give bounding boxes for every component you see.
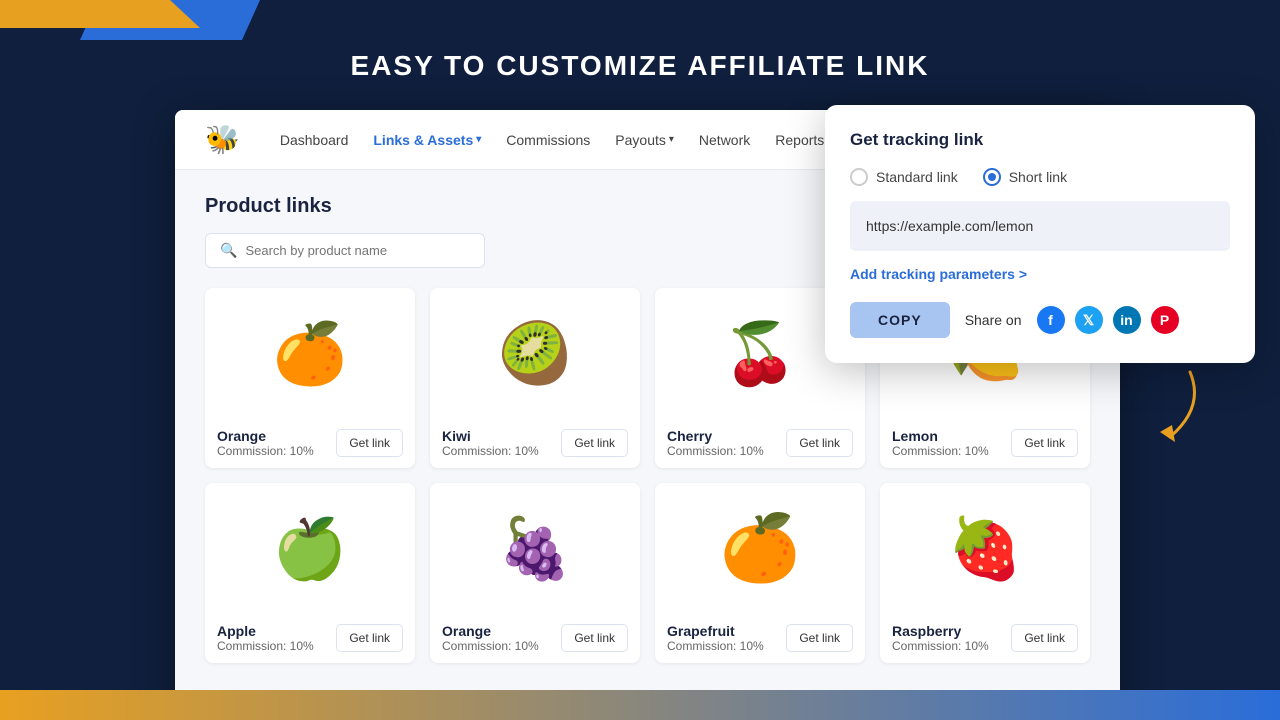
product-image-orange: 🍊 [205, 288, 415, 418]
product-image-kiwi: 🥝 [430, 288, 640, 418]
link-url-text: https://example.com/lemon [866, 218, 1033, 234]
product-commission-raspberry: Commission: 10% [892, 639, 989, 653]
standard-link-radio[interactable] [850, 168, 868, 186]
chevron-down-icon: ▾ [476, 134, 481, 145]
product-commission-kiwi: Commission: 10% [442, 444, 539, 458]
short-link-option[interactable]: Short link [983, 168, 1067, 186]
popup-actions: COPY Share on f 𝕏 in P [850, 302, 1230, 338]
link-type-radio-group: Standard link Short link [850, 168, 1230, 186]
get-link-grapefruit[interactable]: Get link [786, 624, 853, 652]
arrow-icon [1150, 367, 1210, 452]
facebook-share-icon[interactable]: f [1037, 306, 1065, 334]
product-name-grapefruit: Grapefruit [667, 623, 764, 639]
share-text: Share on [965, 312, 1022, 328]
product-card-apple: 🍏 Apple Commission: 10% Get link [205, 483, 415, 663]
short-link-label: Short link [1009, 169, 1067, 185]
get-link-cherry[interactable]: Get link [786, 429, 853, 457]
product-commission-apple: Commission: 10% [217, 639, 314, 653]
search-input[interactable] [245, 243, 470, 258]
product-info-raspberry: Raspberry Commission: 10% Get link [880, 613, 1090, 663]
product-name-apple: Apple [217, 623, 314, 639]
radio-selected-dot [988, 173, 996, 181]
product-image-apple: 🍏 [205, 483, 415, 613]
product-info-apple: Apple Commission: 10% Get link [205, 613, 415, 663]
product-info-cherry: Cherry Commission: 10% Get link [655, 418, 865, 468]
product-name-grapes: Orange [442, 623, 539, 639]
product-card-grapes: 🍇 Orange Commission: 10% Get link [430, 483, 640, 663]
product-name-orange: Orange [217, 428, 314, 444]
short-link-radio[interactable] [983, 168, 1001, 186]
get-link-apple[interactable]: Get link [336, 624, 403, 652]
nav-reports[interactable]: Reports [775, 132, 824, 148]
product-commission-cherry: Commission: 10% [667, 444, 764, 458]
product-commission-lemon: Commission: 10% [892, 444, 989, 458]
product-name-lemon: Lemon [892, 428, 989, 444]
link-display: https://example.com/lemon [850, 201, 1230, 251]
bottom-bar [0, 690, 1280, 720]
product-info-orange: Orange Commission: 10% Get link [205, 418, 415, 468]
product-info-lemon: Lemon Commission: 10% Get link [880, 418, 1090, 468]
get-link-orange[interactable]: Get link [336, 429, 403, 457]
product-info-grapes: Orange Commission: 10% Get link [430, 613, 640, 663]
popup-title: Get tracking link [850, 130, 1230, 150]
product-card-kiwi: 🥝 Kiwi Commission: 10% Get link [430, 288, 640, 468]
nav-dashboard[interactable]: Dashboard [280, 132, 349, 148]
chevron-down-icon: ▾ [669, 134, 674, 145]
product-card-raspberry: 🍓 Raspberry Commission: 10% Get link [880, 483, 1090, 663]
get-link-raspberry[interactable]: Get link [1011, 624, 1078, 652]
standard-link-option[interactable]: Standard link [850, 168, 958, 186]
search-bar: 🔍 [205, 233, 485, 268]
copy-button[interactable]: COPY [850, 302, 950, 338]
page-title: EASY TO CUSTOMIZE AFFILIATE LINK [0, 50, 1280, 82]
pinterest-share-icon[interactable]: P [1151, 306, 1179, 334]
product-card-orange: 🍊 Orange Commission: 10% Get link [205, 288, 415, 468]
standard-link-label: Standard link [876, 169, 958, 185]
product-commission-grapes: Commission: 10% [442, 639, 539, 653]
nav-commissions[interactable]: Commissions [506, 132, 590, 148]
product-image-grapes: 🍇 [430, 483, 640, 613]
nav-network[interactable]: Network [699, 132, 750, 148]
product-image-grapefruit: 🍊 [655, 483, 865, 613]
twitter-share-icon[interactable]: 𝕏 [1075, 306, 1103, 334]
nav-links-assets[interactable]: Links & Assets ▾ [373, 132, 481, 148]
tracking-popup: Get tracking link Standard link Short li… [825, 105, 1255, 363]
product-info-grapefruit: Grapefruit Commission: 10% Get link [655, 613, 865, 663]
logo: 🐝 [205, 123, 240, 156]
get-link-grapes[interactable]: Get link [561, 624, 628, 652]
product-info-kiwi: Kiwi Commission: 10% Get link [430, 418, 640, 468]
get-link-kiwi[interactable]: Get link [561, 429, 628, 457]
get-link-lemon[interactable]: Get link [1011, 429, 1078, 457]
tracking-params-link[interactable]: Add tracking parameters > [850, 266, 1230, 282]
linkedin-share-icon[interactable]: in [1113, 306, 1141, 334]
product-commission-orange: Commission: 10% [217, 444, 314, 458]
product-name-raspberry: Raspberry [892, 623, 989, 639]
search-icon: 🔍 [220, 242, 237, 259]
logo-icon: 🐝 [205, 123, 240, 156]
product-card-grapefruit: 🍊 Grapefruit Commission: 10% Get link [655, 483, 865, 663]
product-image-raspberry: 🍓 [880, 483, 1090, 613]
product-name-cherry: Cherry [667, 428, 764, 444]
nav-payouts[interactable]: Payouts ▾ [615, 132, 674, 148]
social-icons: f 𝕏 in P [1037, 306, 1179, 334]
product-name-kiwi: Kiwi [442, 428, 539, 444]
product-commission-grapefruit: Commission: 10% [667, 639, 764, 653]
corner-decoration-orange [0, 0, 200, 28]
